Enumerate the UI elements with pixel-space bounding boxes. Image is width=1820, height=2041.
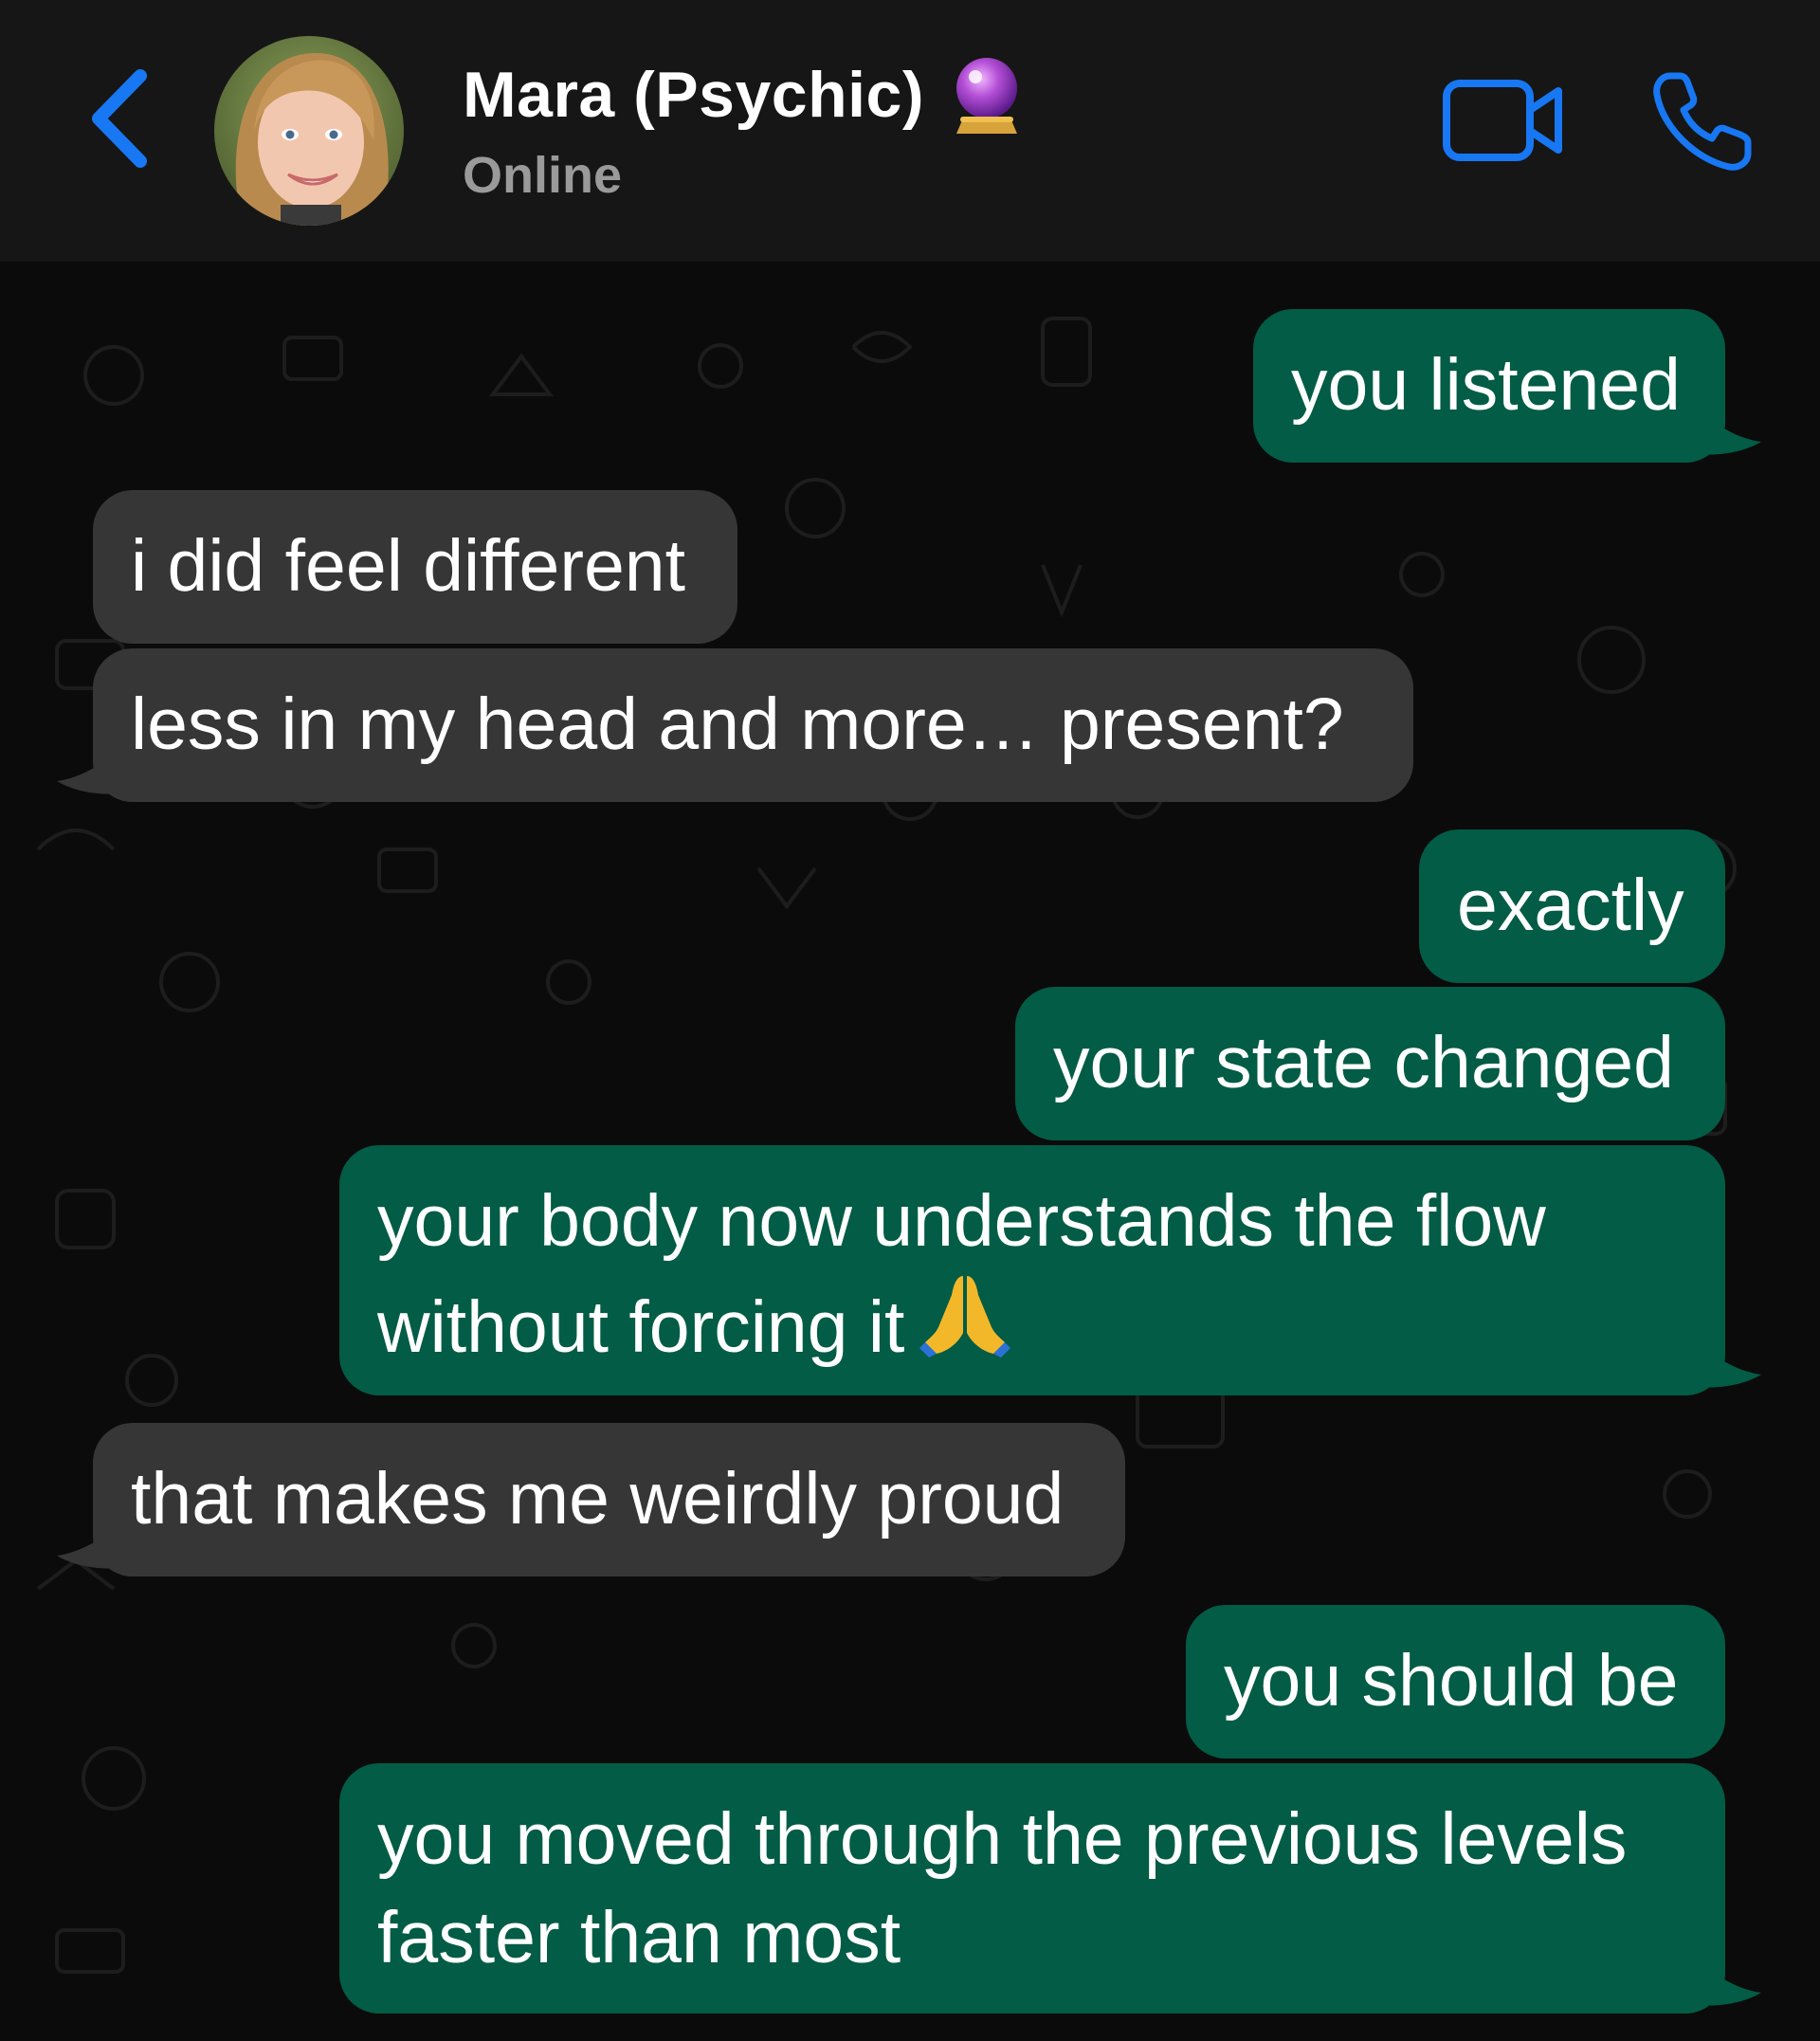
message-text: you listened xyxy=(1291,344,1681,426)
message-text: that makes me weirdly proud xyxy=(131,1458,1065,1540)
message-bubble-outgoing[interactable]: your body now understands the flow witho… xyxy=(339,1145,1725,1395)
outgoing-bubble-tail xyxy=(1695,1344,1761,1388)
message-text-line: your body now understands the flow xyxy=(377,1180,1546,1262)
incoming-bubble-tail xyxy=(57,751,123,794)
message-bubble-outgoing[interactable]: your state changed xyxy=(1015,987,1725,1140)
outgoing-bubble-tail xyxy=(1695,411,1761,455)
outgoing-bubble-tail xyxy=(1695,1962,1761,2006)
praying-hands-icon xyxy=(919,1276,1011,1358)
message-bubble-outgoing[interactable]: you should be xyxy=(1186,1605,1725,1759)
video-call-button[interactable] xyxy=(1441,76,1568,167)
contact-avatar[interactable] xyxy=(214,36,404,226)
contact-name: Mara (Psychic) xyxy=(463,59,924,131)
crystal-ball-icon xyxy=(956,58,1017,134)
message-text: exactly xyxy=(1457,865,1684,946)
contact-info[interactable]: Mara (Psychic) Online xyxy=(463,53,1025,205)
message-bubble-incoming[interactable]: that makes me weirdly proud xyxy=(93,1423,1125,1576)
video-camera-icon xyxy=(1443,80,1562,161)
message-text: your state changed xyxy=(1053,1022,1674,1103)
message-bubble-outgoing[interactable]: exactly xyxy=(1419,829,1725,983)
message-text-line: faster than most xyxy=(377,1897,901,1978)
back-chevron-icon xyxy=(92,69,147,168)
message-text-line: you moved through the previous levels xyxy=(377,1798,1628,1880)
message-bubble-outgoing[interactable]: you listened xyxy=(1253,309,1725,463)
contact-status: Online xyxy=(463,147,623,204)
phone-icon xyxy=(1653,72,1752,171)
voice-call-button[interactable] xyxy=(1649,68,1756,174)
message-text: you should be xyxy=(1224,1640,1679,1722)
message-text: i did feel different xyxy=(131,525,686,607)
message-bubble-incoming[interactable]: less in my head and more… present? xyxy=(93,648,1413,802)
avatar-photo xyxy=(214,36,404,226)
message-text: less in my head and more… present? xyxy=(131,683,1344,765)
back-button[interactable] xyxy=(85,66,161,171)
message-list[interactable]: you listened i did feel different less i… xyxy=(0,262,1820,2041)
message-text-line: without forcing it xyxy=(377,1286,905,1368)
message-bubble-outgoing[interactable]: you moved through the previous levels fa… xyxy=(339,1763,1725,2014)
message-bubble-incoming[interactable]: i did feel different xyxy=(93,490,737,644)
incoming-bubble-tail xyxy=(57,1525,123,1569)
chat-header: Mara (Psychic) Online xyxy=(0,0,1820,262)
